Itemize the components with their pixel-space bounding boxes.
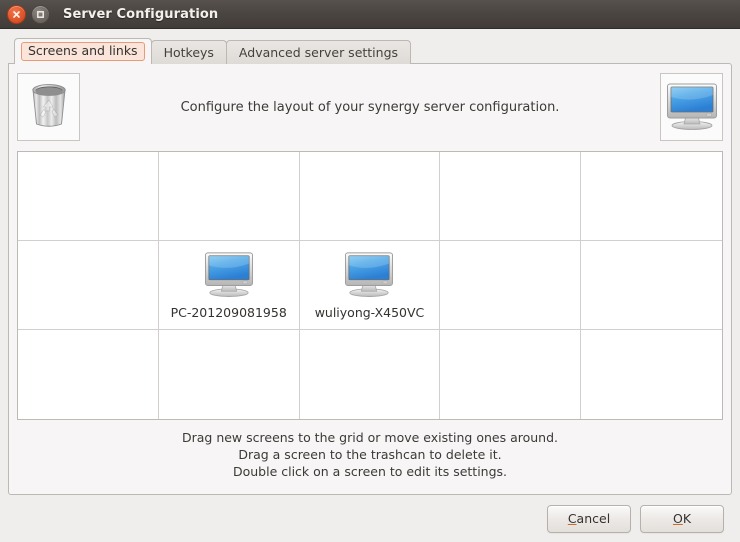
instruction-line-1: Drag new screens to the grid or move exi… bbox=[181, 430, 559, 445]
tab-advanced-server-settings-label: Advanced server settings bbox=[238, 45, 399, 60]
grid-cells: PC-201209081958 wuliyong-X450VC bbox=[18, 152, 722, 419]
grid-cell-0-3[interactable] bbox=[440, 152, 582, 241]
grid-cell-0-4[interactable] bbox=[581, 152, 722, 241]
maximize-icon[interactable] bbox=[31, 4, 50, 24]
close-icon[interactable] bbox=[7, 4, 26, 24]
grid-cell-2-0[interactable] bbox=[18, 330, 159, 419]
trashcan-icon bbox=[27, 81, 71, 134]
tab-hotkeys-label: Hotkeys bbox=[163, 45, 214, 60]
tab-advanced-server-settings[interactable]: Advanced server settings bbox=[225, 40, 412, 64]
grid-cell-0-0[interactable] bbox=[18, 152, 159, 241]
maximize-square-glyph bbox=[36, 10, 45, 19]
grid-cell-1-0[interactable] bbox=[18, 241, 159, 330]
instruction-line-3: Double click on a screen to edit its set… bbox=[232, 464, 508, 479]
monitor-icon bbox=[201, 250, 257, 301]
grid-cell-2-4[interactable] bbox=[581, 330, 722, 419]
grid-cell-2-2[interactable] bbox=[299, 330, 441, 419]
tab-hotkeys[interactable]: Hotkeys bbox=[150, 40, 227, 64]
grid-cell-0-1[interactable] bbox=[158, 152, 300, 241]
grid-cell-1-3[interactable] bbox=[440, 241, 582, 330]
ok-button[interactable]: OK bbox=[640, 504, 724, 533]
panel-description: Configure the layout of your synergy ser… bbox=[180, 99, 560, 115]
monitor-icon bbox=[341, 250, 397, 301]
close-x-glyph bbox=[12, 10, 21, 19]
trashcan-drop-target[interactable] bbox=[17, 73, 80, 141]
instruction-line-2: Drag a screen to the trashcan to delete … bbox=[238, 447, 502, 462]
window-title: Server Configuration bbox=[63, 6, 219, 22]
cancel-button-mnemonic: C bbox=[567, 511, 577, 526]
screen-item[interactable]: wuliyong-X450VC bbox=[314, 250, 425, 320]
tab-bar: Screens and links Hotkeys Advanced serve… bbox=[8, 37, 732, 64]
screen-name-label: wuliyong-X450VC bbox=[314, 305, 425, 320]
grid-cell-2-1[interactable] bbox=[158, 330, 300, 419]
grid-cell-1-4[interactable] bbox=[581, 241, 722, 330]
screen-name-label: PC-201209081958 bbox=[170, 305, 287, 320]
cancel-button-label: ancel bbox=[576, 511, 611, 526]
grid-cell-1-2[interactable]: wuliyong-X450VC bbox=[299, 241, 441, 330]
new-screen-source[interactable] bbox=[660, 73, 723, 141]
monitor-icon bbox=[664, 81, 720, 134]
cancel-button[interactable]: Cancel bbox=[547, 504, 631, 533]
instructions-block: Drag new screens to the grid or move exi… bbox=[17, 420, 723, 488]
ok-button-label: K bbox=[682, 511, 692, 526]
tab-screens-and-links-label: Screens and links bbox=[21, 42, 145, 61]
window-titlebar: Server Configuration bbox=[0, 0, 740, 29]
tab-screens-and-links[interactable]: Screens and links bbox=[14, 38, 152, 64]
ok-button-mnemonic: O bbox=[672, 511, 683, 526]
dialog-body: Screens and links Hotkeys Advanced serve… bbox=[0, 29, 740, 542]
grid-cell-0-2[interactable] bbox=[299, 152, 441, 241]
panel-header-row: Configure the layout of your synergy ser… bbox=[17, 71, 723, 143]
grid-cell-1-1[interactable]: PC-201209081958 bbox=[158, 241, 300, 330]
screens-and-links-panel: Configure the layout of your synergy ser… bbox=[8, 63, 732, 495]
screen-item[interactable]: PC-201209081958 bbox=[171, 250, 287, 320]
screen-layout-grid[interactable]: PC-201209081958 wuliyong-X450VC bbox=[17, 151, 723, 420]
dialog-button-bar: Cancel OK bbox=[8, 495, 732, 542]
grid-cell-2-3[interactable] bbox=[440, 330, 582, 419]
